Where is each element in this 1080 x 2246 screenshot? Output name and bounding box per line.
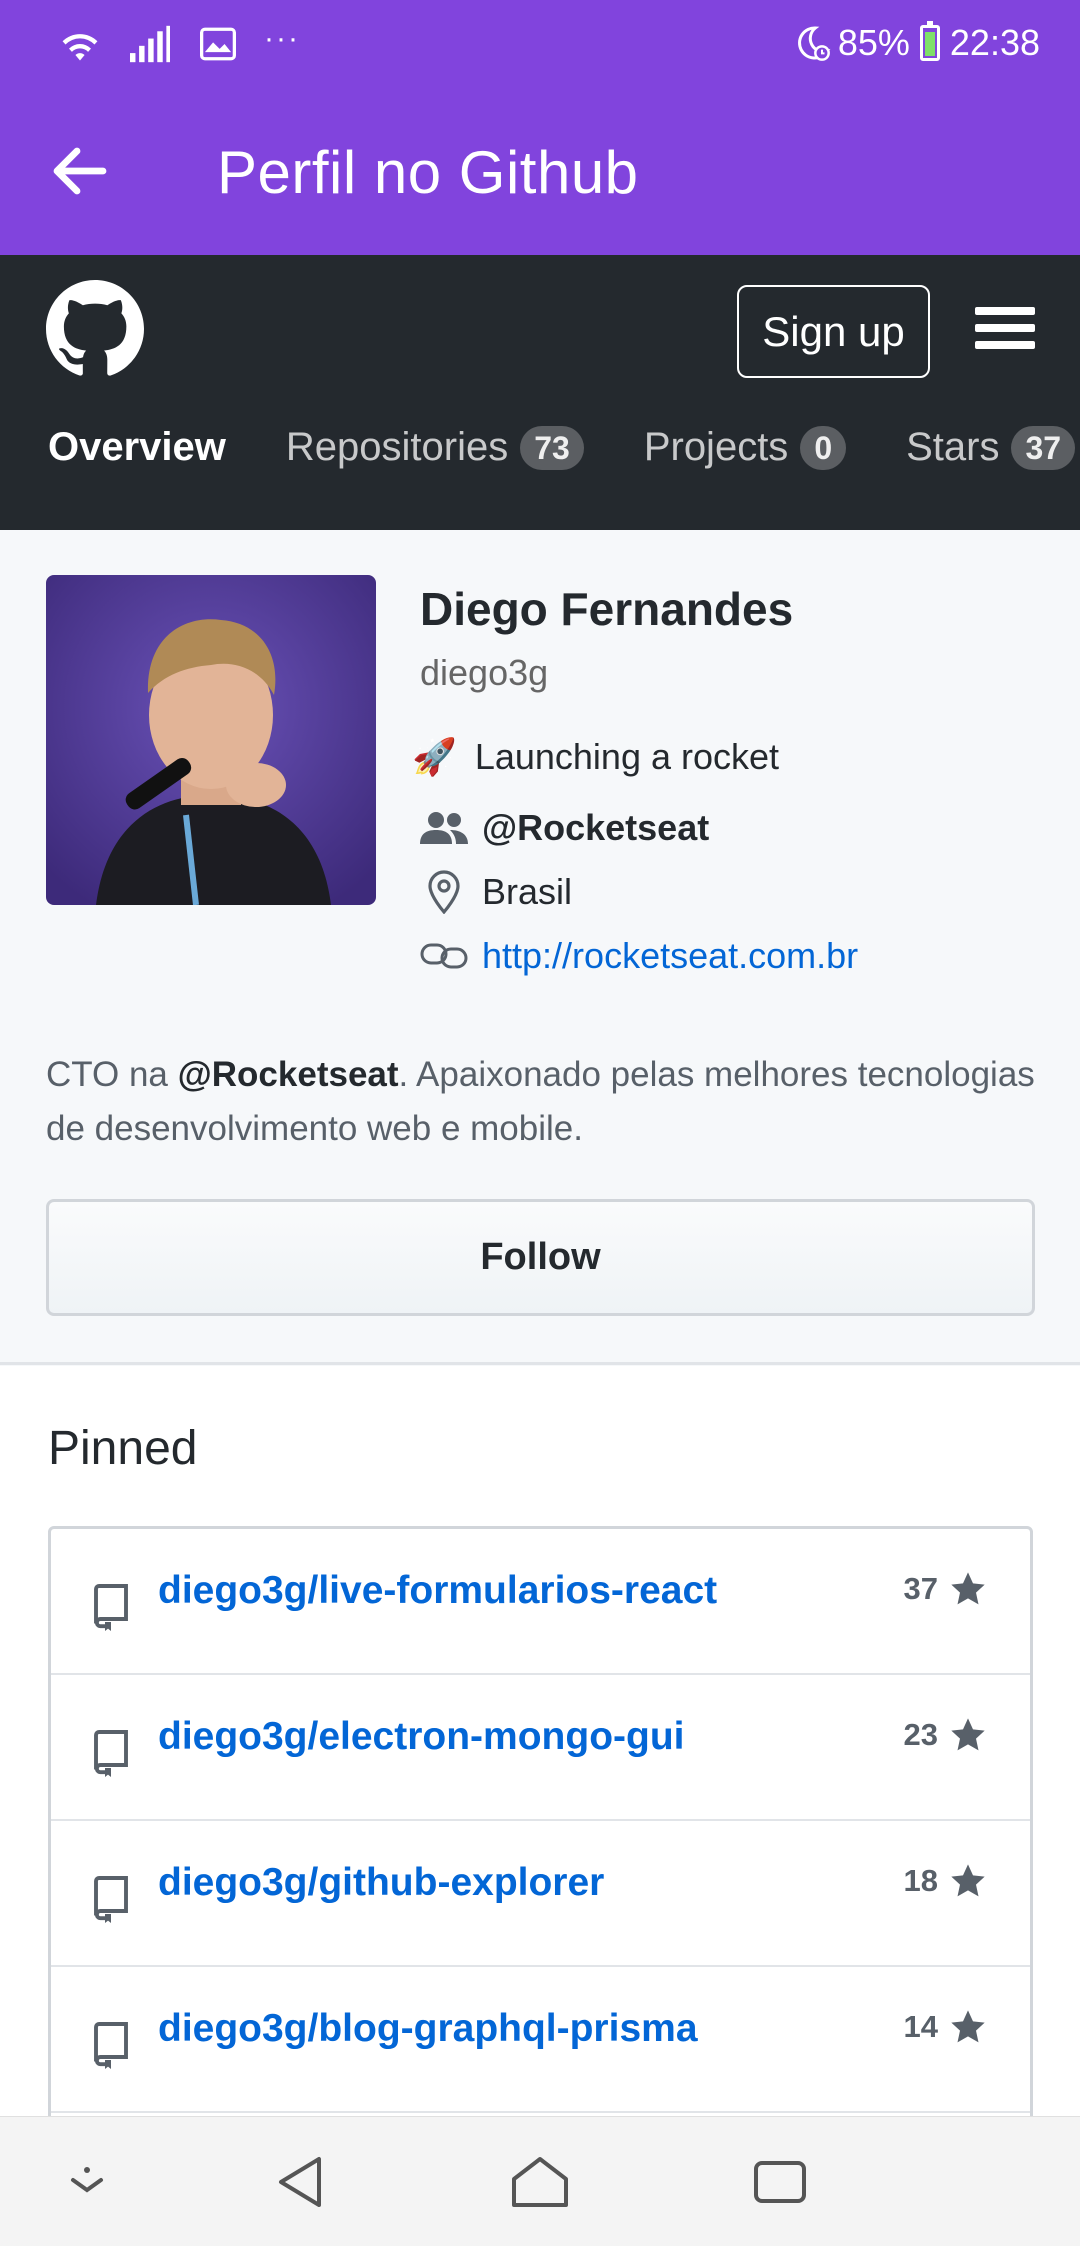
status-text: Launching a rocket bbox=[474, 736, 780, 777]
profile-tabs: Overview Repositories 73 Projects 0 Star… bbox=[48, 425, 1080, 470]
hamburger-menu-button[interactable] bbox=[975, 307, 1035, 357]
pinned-list: diego3g/live-formularios-react 37 diego3… bbox=[48, 1526, 1033, 2116]
star-icon bbox=[951, 2010, 985, 2043]
repo-name-link[interactable]: diego3g/blog-graphql-prisma bbox=[158, 2007, 698, 2051]
people-icon bbox=[420, 808, 468, 848]
profile-username: diego3g bbox=[420, 652, 549, 693]
home-nav-button[interactable] bbox=[505, 2152, 575, 2212]
pinned-section: Pinned diego3g/live-formularios-react 37… bbox=[0, 1366, 1080, 2116]
battery-percent: 85% bbox=[837, 22, 910, 63]
repo-stars[interactable]: 37 bbox=[904, 1569, 988, 1609]
sign-up-button[interactable]: Sign up bbox=[737, 285, 930, 378]
bio-prefix: CTO na bbox=[46, 1055, 178, 1094]
website-link[interactable]: http://rocketseat.com.br bbox=[482, 935, 858, 977]
chevron-down-icon bbox=[71, 2167, 103, 2193]
image-icon bbox=[200, 27, 236, 61]
github-header: Sign up Overview Repositories 73 Project… bbox=[0, 255, 1080, 530]
stars-count-badge: 37 bbox=[1011, 425, 1076, 470]
repo-name-link[interactable]: diego3g/github-explorer bbox=[158, 1861, 604, 1905]
stars-count: 14 bbox=[903, 2009, 938, 2044]
star-icon bbox=[951, 1572, 985, 1605]
recents-icon bbox=[754, 2161, 806, 2203]
location-pin-icon bbox=[420, 870, 468, 914]
profile-name: Diego Fernandes bbox=[420, 583, 794, 635]
system-navigation-bar bbox=[0, 2116, 1080, 2246]
avatar[interactable] bbox=[46, 575, 376, 905]
repo-stars[interactable]: 14 bbox=[904, 2007, 988, 2047]
projects-count-badge: 0 bbox=[800, 425, 847, 470]
repo-name-link[interactable]: diego3g/live-formularios-react bbox=[158, 1569, 717, 1613]
repo-stars[interactable]: 23 bbox=[904, 1715, 988, 1755]
hide-navbar-button[interactable] bbox=[52, 2152, 122, 2212]
home-icon bbox=[512, 2157, 568, 2207]
stars-count: 37 bbox=[903, 1571, 938, 1606]
profile-bio: CTO na @Rocketseat. Apaixonado pelas mel… bbox=[46, 1048, 1036, 1156]
pinned-repo-item[interactable]: diego3g/github-explorer 18 bbox=[51, 1821, 1030, 1967]
star-icon bbox=[951, 1864, 985, 1897]
pinned-repo-item[interactable]: diego3g/live-formularios-react 37 bbox=[51, 1529, 1030, 1675]
rocket-icon: 🚀 bbox=[412, 736, 457, 777]
tab-label: Stars bbox=[906, 425, 1000, 469]
github-logo-icon[interactable] bbox=[46, 280, 144, 378]
repositories-count-badge: 73 bbox=[520, 425, 584, 470]
wifi-icon bbox=[62, 34, 98, 61]
status-right-icons: 85% 22:38 bbox=[792, 21, 1040, 64]
tab-label: Projects bbox=[643, 425, 789, 469]
follow-button[interactable]: Follow bbox=[46, 1199, 1035, 1316]
pinned-repo-item[interactable]: diego3g/blog-graphql-prisma 14 bbox=[51, 1967, 1030, 2113]
tab-stars[interactable]: Stars 37 bbox=[906, 425, 1076, 470]
repo-stars[interactable]: 18 bbox=[904, 1861, 988, 1901]
status-bar: ··· 85% 22:38 bbox=[0, 0, 1080, 90]
recents-nav-button[interactable] bbox=[745, 2152, 815, 2212]
tab-label: Repositories bbox=[285, 425, 509, 469]
link-icon bbox=[420, 936, 468, 976]
repo-icon bbox=[94, 1730, 128, 1777]
triangle-back-icon bbox=[279, 2157, 321, 2207]
tab-repositories[interactable]: Repositories 73 bbox=[286, 425, 584, 470]
moon-alarm-icon bbox=[797, 26, 831, 61]
website-row: http://rocketseat.com.br bbox=[420, 935, 858, 977]
profile-card: Diego Fernandes diego3g 🚀 Launching a ro… bbox=[0, 530, 1080, 1365]
signal-icon bbox=[130, 25, 170, 63]
pinned-heading: Pinned bbox=[48, 1422, 198, 1475]
location-row: Brasil bbox=[420, 870, 573, 914]
back-nav-button[interactable] bbox=[265, 2152, 335, 2212]
repo-icon bbox=[94, 2022, 128, 2069]
battery-charging-icon bbox=[919, 21, 940, 61]
avatar-photo bbox=[46, 575, 376, 905]
location-text: Brasil bbox=[482, 871, 573, 912]
repo-icon bbox=[94, 1876, 128, 1923]
tab-label: Overview bbox=[48, 425, 226, 469]
back-button[interactable] bbox=[46, 138, 112, 204]
tab-overview[interactable]: Overview bbox=[48, 425, 226, 470]
user-status: 🚀 Launching a rocket bbox=[412, 736, 779, 778]
app-bar: Perfil no Github bbox=[0, 90, 1080, 255]
organization-row: @Rocketseat bbox=[420, 807, 709, 849]
stars-count: 18 bbox=[903, 1863, 938, 1898]
bio-organization-mention[interactable]: @Rocketseat bbox=[178, 1055, 399, 1094]
clock: 22:38 bbox=[949, 22, 1040, 63]
status-left-icons: ··· bbox=[58, 22, 300, 66]
tab-projects[interactable]: Projects 0 bbox=[643, 425, 847, 470]
star-icon bbox=[951, 1718, 985, 1751]
more-dots-icon: ··· bbox=[264, 22, 300, 55]
page-title: Perfil no Github bbox=[217, 139, 639, 206]
stars-count: 23 bbox=[903, 1717, 938, 1752]
organization-link[interactable]: @Rocketseat bbox=[482, 807, 709, 849]
arrow-left-icon bbox=[53, 147, 107, 195]
pinned-repo-item[interactable]: diego3g/electron-mongo-gui 23 bbox=[51, 1675, 1030, 1821]
repo-icon bbox=[94, 1584, 128, 1631]
repo-name-link[interactable]: diego3g/electron-mongo-gui bbox=[158, 1715, 684, 1759]
